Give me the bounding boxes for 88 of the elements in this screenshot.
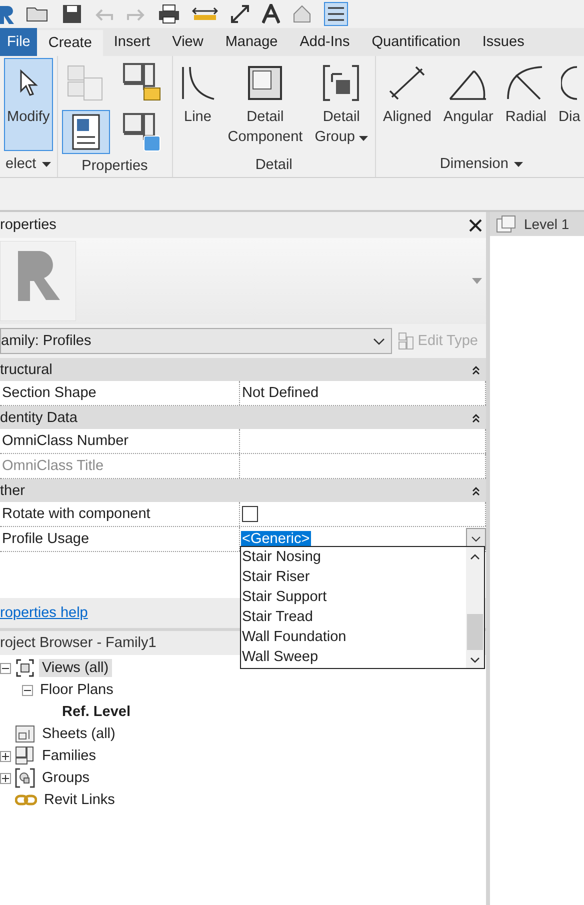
- section-header[interactable]: dentity Data: [0, 406, 486, 429]
- dropdown-option[interactable]: Stair Tread: [241, 607, 466, 627]
- section-title: ther: [0, 482, 25, 498]
- house-icon[interactable]: [292, 4, 312, 24]
- ribbon-tab[interactable]: View: [161, 28, 214, 56]
- views-icon: [15, 658, 35, 678]
- scroll-up-icon[interactable]: [470, 553, 480, 561]
- ribbon-tool-button[interactable]: Modify: [4, 58, 53, 151]
- plan-view-icon: [496, 215, 516, 233]
- type-properties-icon: [70, 113, 101, 151]
- ribbon-tab[interactable]: Add-Ins: [288, 28, 361, 56]
- level-tab[interactable]: Level 1: [490, 212, 584, 236]
- dropdown-option[interactable]: Stair Support: [241, 587, 466, 607]
- ribbon-tool-button[interactable]: Line: [176, 58, 219, 152]
- save-icon[interactable]: [62, 4, 82, 24]
- ribbon-tool-button[interactable]: Detail Component: [224, 58, 306, 152]
- tree-item[interactable]: Ref. Level: [59, 703, 134, 721]
- tree-item[interactable]: Families: [39, 747, 99, 765]
- arc-line-icon: [180, 65, 216, 101]
- groups-icon: [15, 768, 35, 788]
- dropdown-option[interactable]: Stair Riser: [241, 567, 466, 587]
- tree-item[interactable]: Revit Links: [41, 791, 118, 809]
- section-header[interactable]: ther: [0, 479, 486, 502]
- panel-title: roperties: [0, 217, 56, 233]
- sheet-icon: [15, 724, 35, 744]
- section-title: dentity Data: [0, 410, 78, 426]
- scroll-down-icon[interactable]: [470, 656, 480, 664]
- caret-icon: [514, 162, 524, 166]
- parameter-name: OmniClass Number: [0, 429, 240, 453]
- ribbon-tab[interactable]: File: [0, 28, 38, 56]
- collapse-icon[interactable]: [0, 662, 11, 674]
- bracket-frame-icon: [322, 64, 360, 102]
- ribbon-tool-button[interactable]: Dia: [556, 58, 584, 151]
- measure-icon[interactable]: [192, 7, 218, 21]
- pointer-icon: [18, 69, 38, 97]
- ribbon-tab[interactable]: Issues: [471, 28, 536, 56]
- ribbon-tab[interactable]: Manage: [214, 28, 289, 56]
- help-link[interactable]: roperties help: [0, 605, 88, 621]
- ribbon-tool-button[interactable]: Radial: [502, 58, 550, 151]
- collapse-icon[interactable]: [472, 486, 480, 496]
- logo-letter-icon: [0, 241, 76, 321]
- tree-item[interactable]: Views (all): [39, 659, 112, 677]
- family-selector[interactable]: amily: Profiles: [0, 328, 392, 354]
- caret-icon: [42, 162, 52, 166]
- panel-label: Dimension: [440, 156, 508, 172]
- parameter-name: Rotate with component: [0, 502, 240, 526]
- ribbon-tool-button[interactable]: Angular: [440, 58, 496, 151]
- parameter-name: OmniClass Title: [0, 454, 240, 478]
- section-header[interactable]: tructural: [0, 358, 486, 381]
- scrollbar[interactable]: [466, 547, 484, 668]
- families-icon: [15, 746, 35, 766]
- thin-lines-icon[interactable]: [324, 2, 348, 26]
- expand-icon[interactable]: [0, 750, 11, 762]
- diameter-dimension-icon: [561, 65, 578, 101]
- caret-icon: [359, 136, 368, 141]
- ribbon-tab[interactable]: Quantification: [360, 28, 472, 56]
- checkbox[interactable]: [242, 506, 258, 522]
- folder-icon: [122, 62, 162, 102]
- ribbon-tab[interactable]: Create: [37, 30, 103, 56]
- chevron-down-icon: [471, 536, 481, 542]
- collapse-icon[interactable]: [22, 684, 33, 696]
- collapse-icon[interactable]: [472, 412, 480, 422]
- aligned-dimension-icon: [388, 65, 426, 101]
- panel-label: elect: [6, 156, 36, 172]
- chain-link-icon: [15, 794, 37, 806]
- tree-item[interactable]: Groups: [39, 769, 93, 787]
- ribbon-icon-button[interactable]: [62, 110, 110, 154]
- panel-label: Detail: [255, 156, 292, 172]
- edit-type-icon: [398, 332, 414, 350]
- tree-item[interactable]: Sheets (all): [39, 725, 118, 743]
- collapse-icon[interactable]: [472, 364, 480, 374]
- section-title: tructural: [0, 362, 52, 378]
- ribbon-tool-button[interactable]: Aligned: [380, 58, 434, 151]
- types-icon: [122, 112, 162, 152]
- close-icon[interactable]: [469, 218, 482, 232]
- diagonal-arrow-icon[interactable]: [230, 4, 250, 24]
- parameter-name: Section Shape: [0, 381, 240, 405]
- tree-item[interactable]: Floor Plans: [37, 681, 116, 699]
- ribbon-tab[interactable]: Insert: [102, 28, 162, 56]
- print-icon[interactable]: [158, 4, 180, 24]
- parameter-value[interactable]: Not Defined: [240, 381, 486, 405]
- expand-icon[interactable]: [0, 772, 11, 784]
- app-logo-icon[interactable]: [0, 4, 14, 24]
- panel-label: Properties: [82, 158, 148, 174]
- text-icon[interactable]: [262, 4, 280, 24]
- chevron-down-icon: [372, 338, 385, 344]
- open-folder-icon[interactable]: [26, 5, 50, 23]
- ribbon-tool-button[interactable]: Detail Group: [312, 58, 372, 152]
